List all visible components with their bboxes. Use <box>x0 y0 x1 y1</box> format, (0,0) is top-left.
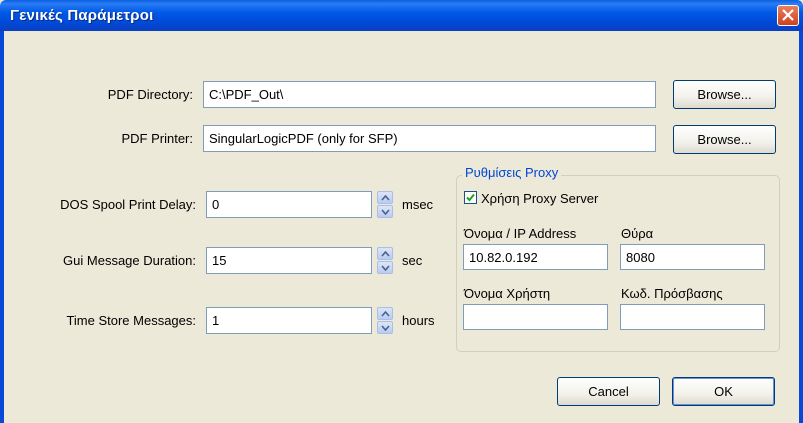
proxy-password-label: Κωδ. Πρόσβασης <box>621 286 723 301</box>
spin-up-button[interactable] <box>377 191 393 204</box>
pdf-printer-label: PDF Printer: <box>121 131 193 146</box>
chevron-down-icon <box>381 209 390 215</box>
proxy-username-input[interactable] <box>463 304 608 330</box>
title-bar[interactable]: Γενικές Παράμετροι <box>0 0 803 31</box>
gui-message-duration-input[interactable]: 15 <box>206 247 372 274</box>
spin-down-button[interactable] <box>377 261 393 274</box>
proxy-host-label: Όνομα / IP Address <box>464 226 577 241</box>
dos-spool-delay-label: DOS Spool Print Delay: <box>60 197 196 212</box>
spin-up-button[interactable] <box>377 307 393 320</box>
pdf-directory-input[interactable]: C:\PDF_Out\ <box>203 81 656 108</box>
dos-spool-unit: msec <box>402 197 434 212</box>
proxy-settings-legend: Ρυθμίσεις Proxy <box>462 165 562 180</box>
window-frame-right <box>799 31 803 423</box>
dos-spool-delay-spinner[interactable] <box>377 191 393 218</box>
checkmark-icon <box>466 193 475 202</box>
time-store-messages-spinner[interactable] <box>377 307 393 334</box>
window-title: Γενικές Παράμετροι <box>10 7 154 24</box>
proxy-host-input[interactable]: 10.82.0.192 <box>463 244 608 270</box>
use-proxy-label[interactable]: Χρήση Proxy Server <box>481 191 598 206</box>
chevron-up-icon <box>381 251 390 257</box>
chevron-up-icon <box>381 311 390 317</box>
use-proxy-checkbox[interactable] <box>464 191 477 204</box>
cancel-button[interactable]: Cancel <box>557 377 660 406</box>
chevron-up-icon <box>381 195 390 201</box>
time-store-messages-input[interactable]: 1 <box>206 307 372 334</box>
pdf-printer-browse-button[interactable]: Browse... <box>673 125 776 154</box>
chevron-down-icon <box>381 265 390 271</box>
spin-down-button[interactable] <box>377 205 393 218</box>
dialog-window: Γενικές Παράμετροι PDF Directory: C:\PDF… <box>0 0 803 423</box>
proxy-username-label: Όνομα Χρήστη <box>464 286 551 301</box>
window-frame-left <box>0 31 4 423</box>
spin-up-button[interactable] <box>377 247 393 260</box>
pdf-directory-browse-button[interactable]: Browse... <box>673 80 776 109</box>
pdf-printer-input[interactable]: SingularLogicPDF (only for SFP) <box>203 125 656 152</box>
pdf-directory-label: PDF Directory: <box>107 87 193 102</box>
gui-message-duration-unit: sec <box>402 253 423 268</box>
proxy-port-label: Θύρα <box>621 226 654 241</box>
ok-button[interactable]: OK <box>672 377 775 406</box>
gui-message-duration-spinner[interactable] <box>377 247 393 274</box>
close-icon <box>782 9 794 21</box>
time-store-messages-label: Time Store Messages: <box>66 313 196 328</box>
gui-message-duration-label: Gui Message Duration: <box>63 253 196 268</box>
spin-down-button[interactable] <box>377 321 393 334</box>
proxy-port-input[interactable]: 8080 <box>620 244 765 270</box>
dos-spool-delay-input[interactable]: 0 <box>206 191 372 218</box>
close-button[interactable] <box>777 5 799 26</box>
proxy-password-input[interactable] <box>620 304 765 330</box>
time-store-messages-unit: hours <box>402 313 435 328</box>
chevron-down-icon <box>381 325 390 331</box>
